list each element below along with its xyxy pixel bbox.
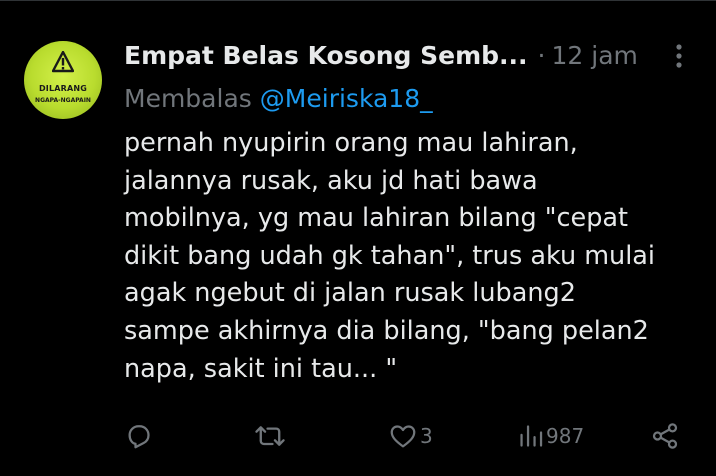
tweet-header: Empat Belas Kosong Semb... · 12 jam	[124, 35, 638, 75]
tweet-text-line: dikit bang udah gk tahan", trus aku mula…	[124, 240, 656, 271]
tweet[interactable]: DILARANG NGAPA-NGAPAIN Empat Belas Koson…	[0, 0, 716, 476]
share-button[interactable]	[650, 414, 680, 458]
avatar[interactable]: DILARANG NGAPA-NGAPAIN	[24, 41, 102, 119]
share-icon	[652, 423, 678, 449]
views-count: 987	[546, 424, 585, 448]
reply-mention-link[interactable]: @Meiriska18_	[260, 84, 433, 113]
avatar-sign-text: DILARANG	[38, 84, 88, 93]
heart-icon	[390, 425, 416, 448]
tweet-text-line: agak ngebut di jalan rusak lubang2	[124, 278, 576, 309]
views-icon	[520, 425, 543, 447]
tweet-text-line: napa, sakit ini tau... "	[124, 353, 398, 384]
reply-button[interactable]	[124, 414, 154, 458]
header-separator: ·	[537, 40, 546, 70]
more-options-icon[interactable]	[668, 41, 690, 71]
action-bar: 3 987	[124, 414, 690, 458]
reply-context: Membalas @Meiriska18_	[124, 79, 433, 117]
tweet-text-line: mobilnya, yg mau lahiran bilang "cepat	[124, 203, 629, 234]
tweet-text-line: sampe akhirnya dia bilang, "bang pelan2	[124, 315, 649, 346]
avatar-sign-subtext: NGAPA-NGAPAIN	[35, 97, 91, 104]
tweet-text-line: pernah nyupirin orang mau lahiran,	[124, 128, 578, 158]
timestamp[interactable]: 12 jam	[552, 41, 638, 70]
views-button[interactable]: 987	[518, 414, 584, 458]
like-button[interactable]: 3	[388, 414, 433, 458]
tweet-text: pernah nyupirin orang mau lahiran, jalan…	[124, 125, 704, 388]
reply-icon	[128, 425, 150, 449]
display-name[interactable]: Empat Belas Kosong Semb...	[124, 41, 528, 70]
warning-sign-icon	[52, 51, 74, 73]
like-count: 3	[420, 424, 433, 448]
retweet-icon	[255, 426, 285, 446]
reply-prefix: Membalas	[124, 83, 252, 113]
retweet-button[interactable]	[254, 414, 286, 458]
tweet-text-line: jalannya rusak, aku jd hati bawa	[124, 165, 538, 196]
